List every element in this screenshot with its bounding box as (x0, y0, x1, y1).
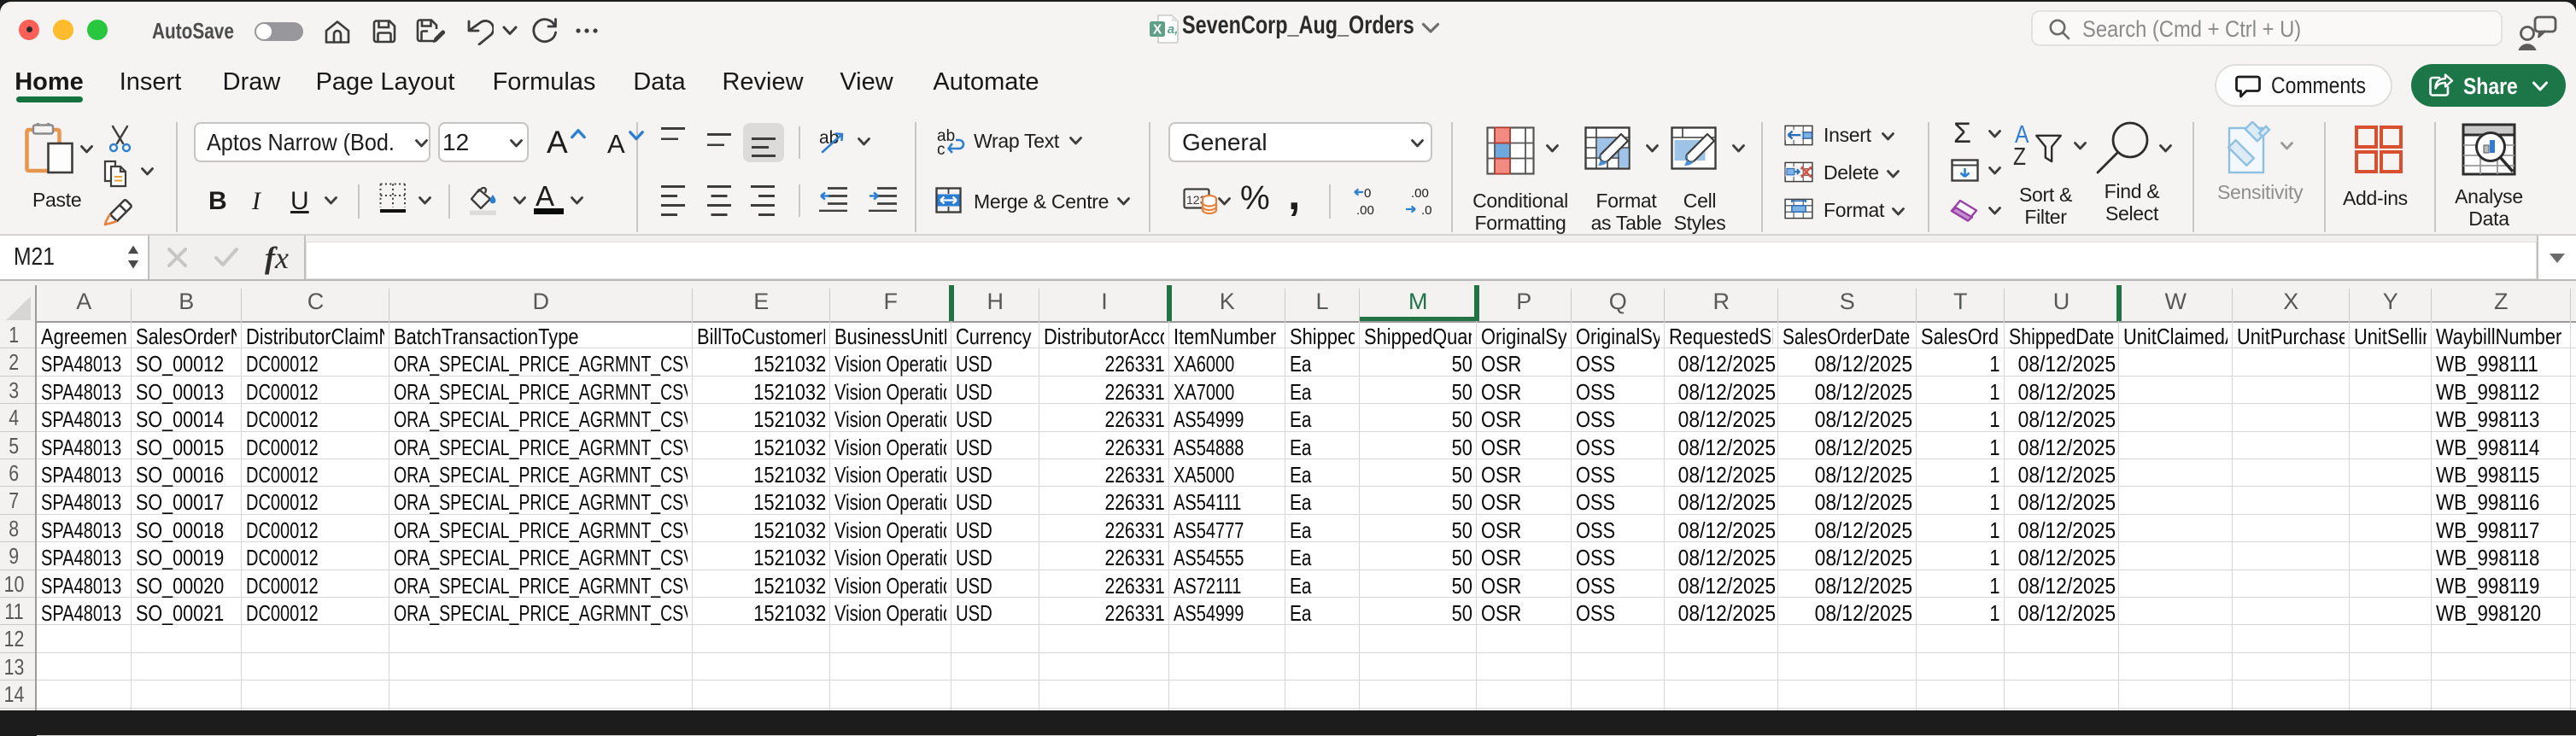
svg-text:0: 0 (1364, 186, 1371, 201)
svg-text:c: c (937, 141, 946, 155)
svg-text:.00: .00 (1411, 186, 1429, 201)
svg-text:X: X (1153, 23, 1162, 38)
svg-text:.00: .00 (1356, 203, 1374, 217)
svg-text:.0: .0 (1421, 203, 1432, 217)
svg-text:a,: a, (1168, 22, 1179, 37)
